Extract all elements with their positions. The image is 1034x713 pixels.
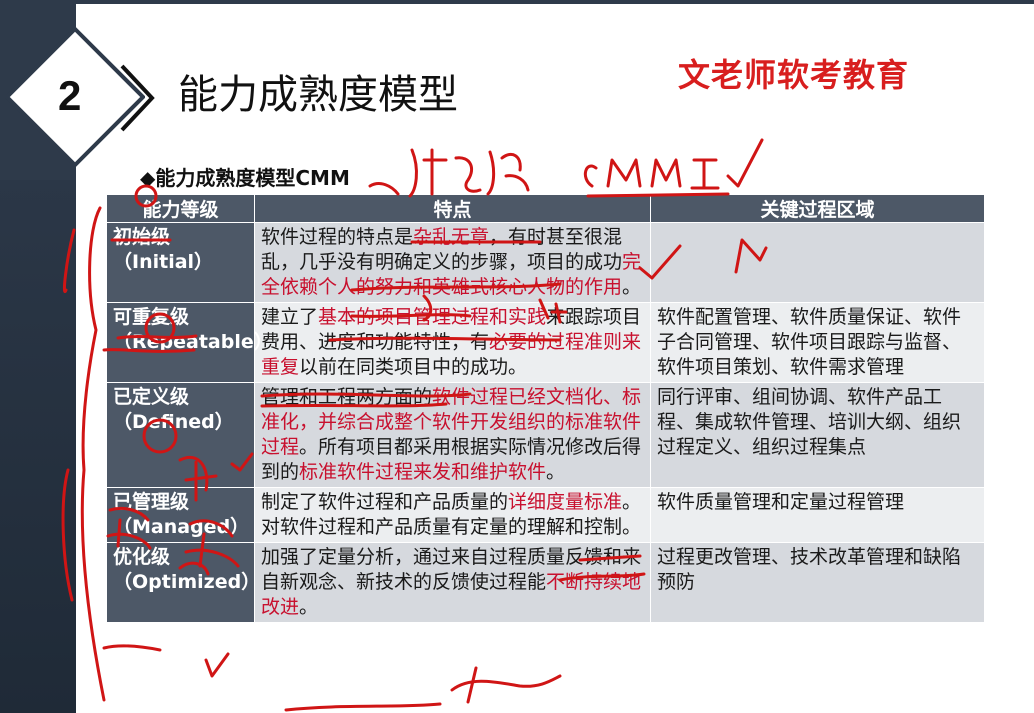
level-cell: 优化级（Optimized）: [106, 542, 260, 623]
level-cell: 可重复级（Repeatable）: [106, 302, 273, 383]
header-area: 关键过程区域: [650, 194, 985, 223]
top-border-line: [76, 0, 1034, 4]
feature-text: 。: [546, 461, 566, 483]
feature-text: 。: [299, 596, 319, 618]
key-process-area-cell: 过程更改管理、技术改革管理和缺陷预防: [650, 542, 985, 623]
header-level: 能力等级: [106, 194, 255, 223]
highlighted-text: 标准软件过程来发和维护软件: [299, 461, 547, 483]
table-row: 优化级（Optimized） 加强了定量分析，通过来自过程质量反馈和来自新观念、新…: [106, 542, 985, 623]
feature-text: 。: [622, 276, 642, 298]
table-row: 已管理级（Managed） 制定了软件过程和产品质量的详细度量标准。对软件过程和产…: [106, 487, 985, 543]
page-title: 能力成熟度模型: [178, 72, 458, 118]
table-row: 初始级（Initial） 软件过程的特点是杂乱无章，有时甚至很混乱，几乎没有明确定…: [106, 222, 985, 303]
level-cell: 已管理级（Managed）: [106, 487, 255, 543]
level-cell: 已定义级（Defined）: [106, 382, 255, 488]
table-row: 可重复级（Repeatable） 建立了基本的项目管理过程和实践来跟踪项目费用、进…: [106, 302, 985, 383]
feature-cell: 加强了定量分析，通过来自过程质量反馈和来自新观念、新技术的反馈使过程能不断持续地…: [254, 542, 651, 623]
feature-cell: 软件过程的特点是杂乱无章，有时甚至很混乱，几乎没有明确定义的步骤，项目的成功完全…: [254, 222, 651, 303]
table-header-row: 能力等级 特点 关键过程区域: [106, 194, 985, 223]
brand-watermark: 文老师软考教育: [678, 56, 910, 94]
key-process-area-cell: 同行评审、组间协调、软件产品工程、集成软件管理、培训大纲、组织过程定义、组织过程…: [650, 382, 985, 488]
chevron-right-icon: [120, 64, 155, 132]
feature-cell: 管理和工程两方面的软件过程已经文档化、标准化，并综合成整个软件开发组织的标准软件…: [254, 382, 651, 488]
level-cell: 初始级（Initial）: [106, 222, 255, 303]
key-process-area-cell: 软件质量管理和定量过程管理: [650, 487, 985, 543]
slide-number: 2: [58, 72, 82, 119]
cmm-levels-table: 能力等级 特点 关键过程区域 初始级（Initial） 软件过程的特点是杂乱无章，…: [106, 194, 985, 623]
header-feature: 特点: [254, 194, 651, 223]
feature-text: 以前在同类项目中的成功。: [299, 356, 528, 378]
highlighted-text: 基本的项目管理过程和实践: [318, 306, 547, 328]
key-process-area-cell: [650, 222, 985, 303]
key-process-area-cell: 软件配置管理、软件质量保证、软件子合同管理、软件项目跟踪与监督、软件项目策划、软…: [650, 302, 985, 383]
highlighted-text: 详细度量标准: [508, 491, 623, 513]
feature-cell: 制定了软件过程和产品质量的详细度量标准。对软件过程和产品质量有定量的理解和控制。: [254, 487, 651, 543]
highlighted-text: 杂乱无章: [413, 226, 490, 248]
feature-text: 建立了: [261, 306, 319, 328]
feature-text: 制定了软件过程和产品质量的: [261, 491, 509, 513]
feature-cell: 建立了基本的项目管理过程和实践来跟踪项目费用、进度和功能特性，有必要的过程准则来…: [254, 302, 651, 383]
feature-text: 软件过程的特点是: [261, 226, 414, 248]
feature-text: 管理和工程两方面的: [261, 386, 433, 408]
table-row: 已定义级（Defined） 管理和工程两方面的软件过程已经文档化、标准化，并综合成…: [106, 382, 985, 488]
section-subtitle: ◆能力成熟度模型CMM: [140, 166, 350, 190]
